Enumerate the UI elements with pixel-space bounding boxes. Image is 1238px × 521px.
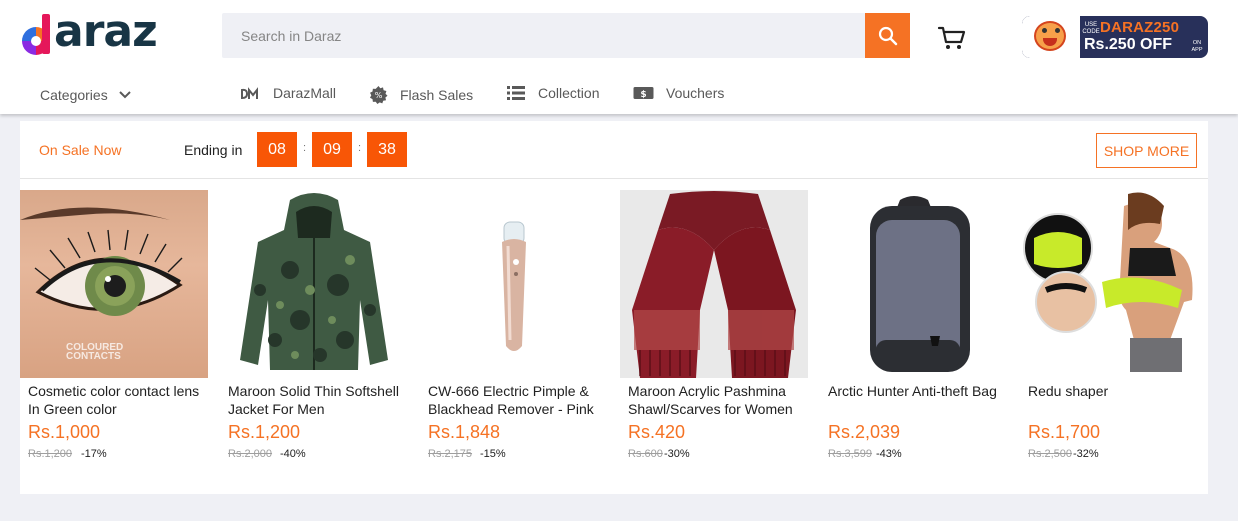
- timer-seconds: 38: [367, 132, 407, 167]
- product-price: Rs.1,700: [1028, 422, 1101, 442]
- product-discount: -30%: [664, 448, 690, 460]
- product-image-backpack[interactable]: [820, 190, 1008, 378]
- nav-item-vouchers[interactable]: $ Vouchers: [633, 85, 724, 101]
- product-discount: -43%: [876, 448, 902, 460]
- chevron-down-icon: [118, 91, 131, 99]
- timer-separator: :: [358, 142, 362, 154]
- product-image-contact-lens[interactable]: COLOURED CONTACTS: [20, 190, 208, 378]
- ending-in-label: Ending in: [184, 142, 243, 158]
- product-card[interactable]: Arctic Hunter Anti-theft Bag Rs.2,039 Rs…: [820, 190, 1008, 480]
- product-image-shaper[interactable]: [1020, 190, 1208, 378]
- product-discount: -32%: [1073, 448, 1099, 460]
- voucher-icon: $: [633, 87, 654, 100]
- product-image-jacket[interactable]: [220, 190, 408, 378]
- search-button[interactable]: [865, 13, 910, 58]
- promo-code: DARAZ250: [1100, 19, 1180, 36]
- logo-text: araz: [54, 6, 158, 57]
- nav-item-collection[interactable]: Collection: [506, 85, 599, 101]
- flash-sale-panel: On Sale Now Ending in 08 : 09 : 38 SHOP …: [20, 121, 1208, 494]
- timer-minutes: 09: [312, 132, 352, 167]
- timer-separator: :: [303, 142, 307, 154]
- cart-icon: [937, 26, 966, 49]
- product-original-price: Rs.3,599: [828, 448, 873, 460]
- nav-item-darazmall[interactable]: DarazMall: [241, 85, 336, 101]
- product-original-price: Rs.1,200: [28, 448, 73, 460]
- flash-sale-header: On Sale Now Ending in 08 : 09 : 38 SHOP …: [20, 121, 1208, 179]
- product-price: Rs.1,000: [28, 422, 101, 442]
- product-name[interactable]: CW-666 Electric Pimple & Blackhead Remov…: [428, 382, 606, 418]
- promo-offer: Rs.250 OFF: [1084, 36, 1173, 53]
- daraz-logo[interactable]: araz: [22, 6, 158, 58]
- product-name[interactable]: Maroon Acrylic Pashmina Shawl/Scarves fo…: [628, 382, 806, 418]
- timer-hours: 08: [257, 132, 297, 167]
- search-bar: [222, 13, 866, 58]
- svg-text:%: %: [375, 91, 383, 100]
- product-original-price: Rs.2,500: [1028, 448, 1073, 460]
- site-header: araz USE CODE DARAZ250 Rs.250 OFF ON APP: [0, 0, 1238, 114]
- product-card[interactable]: Maroon Acrylic Pashmina Shawl/Scarves fo…: [620, 190, 808, 480]
- product-card[interactable]: Maroon Solid Thin Softshell Jacket For M…: [220, 190, 408, 480]
- categories-dropdown[interactable]: Categories: [40, 87, 132, 103]
- watermark-text: COLOURED CONTACTS: [66, 342, 124, 362]
- promo-voucher-banner[interactable]: USE CODE DARAZ250 Rs.250 OFF ON APP: [1022, 16, 1208, 58]
- main-nav: Categories DarazMall % Flash Sales Colle…: [0, 78, 1238, 110]
- promo-on-app: ON APP: [1191, 40, 1203, 53]
- product-price: Rs.1,848: [428, 422, 501, 442]
- product-name[interactable]: Cosmetic color contact lens In Green col…: [28, 382, 206, 418]
- product-name[interactable]: Redu shaper: [1028, 382, 1206, 400]
- product-card[interactable]: COLOURED CONTACTS Cosmetic color contact…: [20, 190, 208, 480]
- cart-button[interactable]: [937, 25, 967, 51]
- search-input[interactable]: [241, 27, 866, 44]
- search-icon: [878, 26, 897, 45]
- product-name[interactable]: Maroon Solid Thin Softshell Jacket For M…: [228, 382, 406, 418]
- product-card[interactable]: CW-666 Electric Pimple & Blackhead Remov…: [420, 190, 608, 480]
- product-name[interactable]: Arctic Hunter Anti-theft Bag: [828, 382, 1006, 400]
- promo-use-code: USE CODE: [1082, 22, 1100, 35]
- product-image-shawl[interactable]: [620, 190, 808, 378]
- svg-text:$: $: [640, 90, 646, 100]
- categories-label: Categories: [40, 87, 108, 103]
- nav-item-flash-sales[interactable]: % Flash Sales: [369, 85, 473, 104]
- logo-d-mark: [22, 10, 52, 58]
- collection-list-icon: [507, 86, 525, 100]
- product-card[interactable]: Redu shaper Rs.1,700 Rs.2,500 -32%: [1020, 190, 1208, 480]
- product-price: Rs.1,200: [228, 422, 301, 442]
- nav-item-label: DarazMall: [273, 85, 337, 101]
- mascot-image: [1022, 16, 1080, 58]
- product-discount: -17%: [81, 448, 107, 460]
- product-discount: -15%: [480, 448, 506, 460]
- shop-more-button[interactable]: SHOP MORE: [1096, 133, 1197, 168]
- nav-item-label: Collection: [538, 85, 600, 101]
- product-original-price: Rs.2,175: [428, 448, 473, 460]
- product-original-price: Rs.2,000: [228, 448, 273, 460]
- on-sale-now-label: On Sale Now: [39, 142, 122, 158]
- product-price: Rs.420: [628, 422, 686, 442]
- product-original-price: Rs.600: [628, 448, 663, 460]
- product-price: Rs.2,039: [828, 422, 901, 442]
- nav-item-label: Vouchers: [666, 85, 725, 101]
- nav-item-label: Flash Sales: [400, 86, 474, 103]
- flash-sale-icon: %: [370, 86, 388, 104]
- darazmall-icon: [241, 87, 258, 100]
- product-discount: -40%: [280, 448, 306, 460]
- product-image-blackhead-remover[interactable]: [420, 190, 608, 378]
